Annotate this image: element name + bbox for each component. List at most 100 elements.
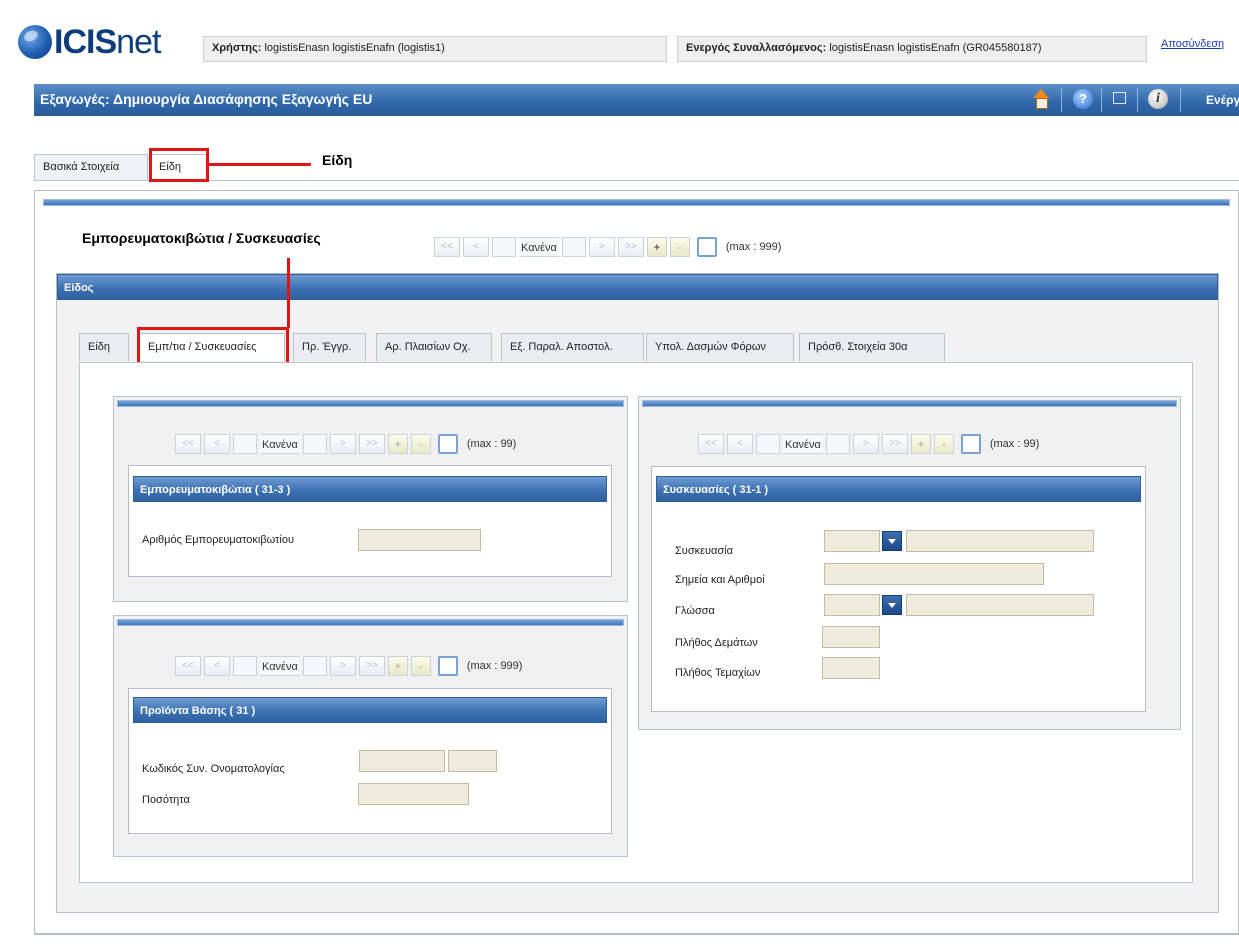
- container-checkbox[interactable]: [437, 434, 458, 454]
- tab-additional-30a[interactable]: Πρόσθ. Στοιχεία 30α: [799, 333, 945, 361]
- toolbar-divider: [1061, 88, 1062, 112]
- pager-status: Κανένα: [260, 434, 300, 454]
- page-box: [302, 434, 327, 454]
- user-label: Χρήστης:: [212, 42, 262, 54]
- pager-max: (max : 999): [725, 241, 782, 253]
- active-trader-box: Ενεργός Συναλλασόμενος: logistisEnasn lo…: [677, 36, 1147, 62]
- tab-basic-info[interactable]: Βασικά Στοιχεία: [34, 154, 148, 180]
- prev-page-button[interactable]: <: [204, 434, 230, 454]
- packages-pager: << < Κανένα > >> + - (max : 99): [698, 433, 1039, 455]
- pieces-count-label: Πλήθος Τεμαχίων: [675, 667, 761, 679]
- language-label: Γλώσσα: [675, 605, 715, 617]
- last-page-button[interactable]: >>: [358, 656, 385, 676]
- item-section-header: Είδος: [57, 274, 1218, 300]
- page-box: [561, 237, 586, 257]
- first-page-button[interactable]: <<: [434, 237, 460, 257]
- items-pager: << < Κανένα > >> + - (max : 999): [434, 236, 781, 258]
- add-package-button[interactable]: +: [910, 434, 931, 454]
- package-checkbox[interactable]: [960, 434, 981, 454]
- tab-prev-documents[interactable]: Πρ. Έγγρ.: [293, 333, 366, 361]
- bundles-count-input[interactable]: [822, 626, 880, 648]
- first-page-button[interactable]: <<: [175, 656, 201, 676]
- remove-item-button[interactable]: -: [669, 237, 690, 257]
- tab-strip-line: [34, 180, 1239, 181]
- package-label: Συσκευασία: [675, 545, 733, 557]
- pager-max: (max : 99): [466, 438, 517, 450]
- toolbar-divider: [1137, 88, 1138, 112]
- marks-numbers-input[interactable]: [824, 563, 1044, 585]
- add-item-button[interactable]: +: [646, 237, 667, 257]
- remove-product-button[interactable]: -: [410, 656, 431, 676]
- quantity-label: Ποσότητα: [142, 794, 190, 806]
- user-value: logistisEnasn logistisEnafn (logistis1): [264, 42, 445, 54]
- help-icon[interactable]: ?: [1073, 89, 1093, 109]
- products-header: Προϊόντα Βάσης ( 31 ): [133, 697, 607, 723]
- page-box: [233, 656, 257, 676]
- tab-duty-calculation[interactable]: Υπολ. Δασμών Φόρων: [646, 333, 794, 361]
- globe-icon: [18, 25, 52, 59]
- select-checkbox[interactable]: [696, 237, 717, 257]
- last-page-button[interactable]: >>: [617, 237, 644, 257]
- remove-package-button[interactable]: -: [933, 434, 954, 454]
- next-page-button[interactable]: >: [329, 656, 356, 676]
- package-dropdown-button[interactable]: [882, 531, 902, 551]
- products-panel-strip: [117, 619, 624, 626]
- page-box: [302, 656, 327, 676]
- prev-page-button[interactable]: <: [463, 237, 489, 257]
- pager-max: (max : 99): [989, 438, 1040, 450]
- logo-text-icis: ICIS: [54, 22, 117, 61]
- logout-link[interactable]: Αποσύνδεση: [1161, 38, 1224, 50]
- next-page-button[interactable]: >: [329, 434, 356, 454]
- add-container-button[interactable]: +: [387, 434, 408, 454]
- tab-export-shipment[interactable]: Εξ. Παραλ. Αποστολ.: [501, 333, 644, 361]
- marks-numbers-label: Σημεία και Αριθμοί: [675, 574, 765, 586]
- icisnet-logo: ICISnet: [18, 22, 161, 62]
- page-box: [233, 434, 257, 454]
- tab-items-inner[interactable]: Είδη: [79, 333, 129, 361]
- containers-panel-strip: [117, 400, 624, 407]
- current-user-box: Χρήστης: logistisEnasn logistisEnafn (lo…: [203, 36, 667, 62]
- last-page-button[interactable]: >>: [881, 434, 908, 454]
- package-description-input[interactable]: [906, 530, 1094, 552]
- language-description-input[interactable]: [906, 594, 1094, 616]
- containers-fieldset: Εμπορευματοκιβώτια ( 31-3 ): [128, 465, 612, 577]
- nomenclature-code-input[interactable]: [359, 750, 445, 772]
- products-pager: << < Κανένα > >> + - (max : 999): [175, 655, 522, 677]
- prev-page-button[interactable]: <: [727, 434, 753, 454]
- tab-vehicle-frames[interactable]: Αρ. Πλαισίων Οχ.: [376, 333, 492, 361]
- container-number-input[interactable]: [358, 529, 481, 551]
- pager-status: Κανένα: [260, 656, 300, 676]
- language-dropdown-button[interactable]: [882, 595, 902, 615]
- toolbar-divider: [1101, 88, 1102, 112]
- nomenclature-code-label: Κωδικός Συν. Ονοματολογίας: [142, 763, 285, 775]
- first-page-button[interactable]: <<: [698, 434, 724, 454]
- highlight-items-tab: [149, 148, 209, 182]
- actions-menu[interactable]: Ενέργειες: [1206, 93, 1239, 107]
- package-code-input[interactable]: [824, 530, 880, 552]
- next-page-button[interactable]: >: [852, 434, 879, 454]
- next-page-button[interactable]: >: [588, 237, 615, 257]
- prev-page-button[interactable]: <: [204, 656, 230, 676]
- callout-containers: Εμπορευματοκιβώτια / Συσκευασίες: [78, 228, 428, 248]
- home-icon[interactable]: [1031, 89, 1051, 109]
- product-checkbox[interactable]: [437, 656, 458, 676]
- container-number-label: Αριθμός Εμπορευματοκιβωτίου: [142, 534, 295, 546]
- window-icon[interactable]: [1113, 92, 1126, 104]
- packages-header: Συσκευασίες ( 31-1 ): [656, 476, 1141, 502]
- callout-line-items: [209, 163, 311, 166]
- containers-header: Εμπορευματοκιβώτια ( 31-3 ): [133, 476, 607, 502]
- callout-items: Είδη: [318, 150, 357, 170]
- page-box: [756, 434, 780, 454]
- pager-status: Κανένα: [519, 237, 559, 257]
- first-page-button[interactable]: <<: [175, 434, 201, 454]
- language-code-input[interactable]: [824, 594, 880, 616]
- info-icon[interactable]: i: [1148, 89, 1168, 109]
- pieces-count-input[interactable]: [822, 657, 880, 679]
- containers-pager: << < Κανένα > >> + - (max : 99): [175, 433, 516, 455]
- quantity-input[interactable]: [358, 783, 469, 805]
- nomenclature-code-suffix-input[interactable]: [448, 750, 497, 772]
- add-product-button[interactable]: +: [387, 656, 408, 676]
- remove-container-button[interactable]: -: [410, 434, 431, 454]
- last-page-button[interactable]: >>: [358, 434, 385, 454]
- callout-line-containers: [287, 258, 290, 328]
